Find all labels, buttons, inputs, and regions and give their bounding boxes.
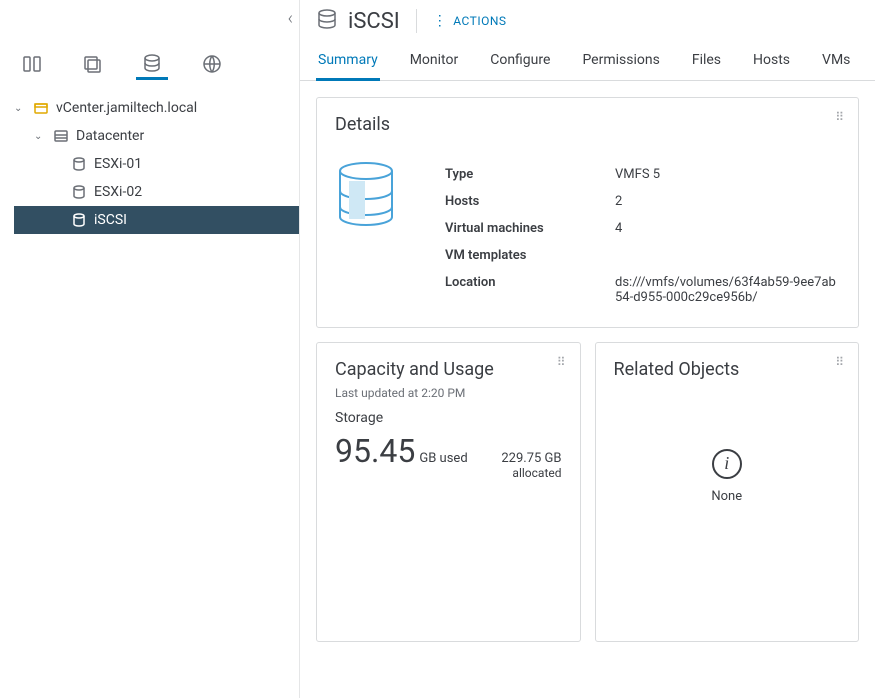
detail-row-vms: Virtual machines 4 [445,215,840,242]
object-header: iSCSI ⋮ ACTIONS [300,0,875,42]
detail-key: VM templates [445,248,615,263]
tree-node-label: iSCSI [94,212,127,228]
network-icon [202,54,222,74]
tree-node-label: ESXi-02 [94,184,142,200]
tab-storage[interactable] [136,48,168,80]
tab-summary[interactable]: Summary [316,42,380,81]
drag-handle-icon[interactable]: ⠿ [557,355,568,369]
detail-key: Hosts [445,194,615,209]
tab-files[interactable]: Files [690,42,723,80]
datastore-icon [316,8,338,34]
allocated-label: allocated [501,466,561,480]
allocated-value: 229.75 GB [501,451,561,466]
tree-node-datastore[interactable]: ESXi-01 [14,150,299,178]
used-value: 95.45 [335,432,415,470]
detail-row-templates: VM templates [445,242,840,269]
vcenter-icon [32,99,50,117]
inventory-tree: ⌄ vCenter.jamiltech.local ⌄ Datacenter E… [0,80,299,234]
datastore-large-icon [335,161,405,311]
empty-state: i None [614,386,841,566]
content-pane: iSCSI ⋮ ACTIONS Summary Monitor Configur… [300,0,875,698]
actions-icon: ⋮ [433,14,448,28]
card-title: Capacity and Usage [335,359,562,380]
detail-value [615,248,840,263]
details-table: Type VMFS 5 Hosts 2 Virtual machines 4 V… [445,161,840,311]
detail-key: Virtual machines [445,221,615,236]
inventory-tabs [0,0,299,80]
detail-row-location: Location ds:///vmfs/volumes/63f4ab59-9ee… [445,269,840,311]
tab-hosts[interactable]: Hosts [751,42,792,80]
storage-icon [142,53,162,73]
detail-value: 2 [615,194,840,209]
tab-hosts-clusters[interactable] [16,48,48,80]
tree-node-label: vCenter.jamiltech.local [56,100,197,116]
card-title: Details [335,114,840,135]
tree-node-datastore[interactable]: ESXi-02 [14,178,299,206]
collapse-nav-button[interactable]: ‹ [288,8,293,29]
tab-vms-templates[interactable] [76,48,108,80]
detail-row-type: Type VMFS 5 [445,161,840,188]
divider [416,9,417,33]
detail-row-hosts: Hosts 2 [445,188,840,215]
tree-node-datastore[interactable]: iSCSI [14,206,299,234]
datastore-icon [70,155,88,173]
tab-networking[interactable] [196,48,228,80]
actions-menu[interactable]: ⋮ ACTIONS [433,14,507,28]
info-icon: i [712,449,742,479]
tree-node-datacenter[interactable]: ⌄ Datacenter [14,122,299,150]
detail-value: ds:///vmfs/volumes/63f4ab59-9ee7ab54-d95… [615,275,840,305]
storage-label: Storage [335,410,562,426]
capacity-card: ⠿ Capacity and Usage Last updated at 2:2… [316,342,581,642]
drag-handle-icon[interactable]: ⠿ [835,110,846,124]
detail-value: VMFS 5 [615,167,840,182]
tab-configure[interactable]: Configure [488,42,552,80]
detail-key: Location [445,275,615,305]
tree-node-label: ESXi-01 [94,156,142,172]
tab-permissions[interactable]: Permissions [580,42,661,80]
navigation-pane: ‹ ⌄ vCenter.jamiltech.local ⌄ Datace [0,0,300,698]
datacenter-icon [52,127,70,145]
related-objects-card: ⠿ Related Objects i None [595,342,860,642]
tab-vms[interactable]: VMs [820,42,852,80]
last-updated: Last updated at 2:20 PM [335,386,562,400]
card-title: Related Objects [614,359,841,380]
hosts-icon [22,54,42,74]
used-unit: GB used [419,451,467,466]
main-tabs: Summary Monitor Configure Permissions Fi… [300,42,875,81]
details-card: ⠿ Details Type VMFS 5 [316,97,859,328]
detail-key: Type [445,167,615,182]
datastore-icon [70,211,88,229]
chevron-down-icon: ⌄ [34,131,46,142]
tree-node-vcenter[interactable]: ⌄ vCenter.jamiltech.local [14,94,299,122]
actions-label: ACTIONS [453,14,506,28]
vms-icon [82,54,102,74]
none-label: None [711,489,742,504]
summary-cards: ⠿ Details Type VMFS 5 [300,81,875,658]
drag-handle-icon[interactable]: ⠿ [835,355,846,369]
tree-node-label: Datacenter [76,128,144,144]
tab-monitor[interactable]: Monitor [408,42,461,80]
datastore-icon [70,183,88,201]
detail-value: 4 [615,221,840,236]
page-title: iSCSI [348,9,400,34]
chevron-down-icon: ⌄ [14,103,26,114]
